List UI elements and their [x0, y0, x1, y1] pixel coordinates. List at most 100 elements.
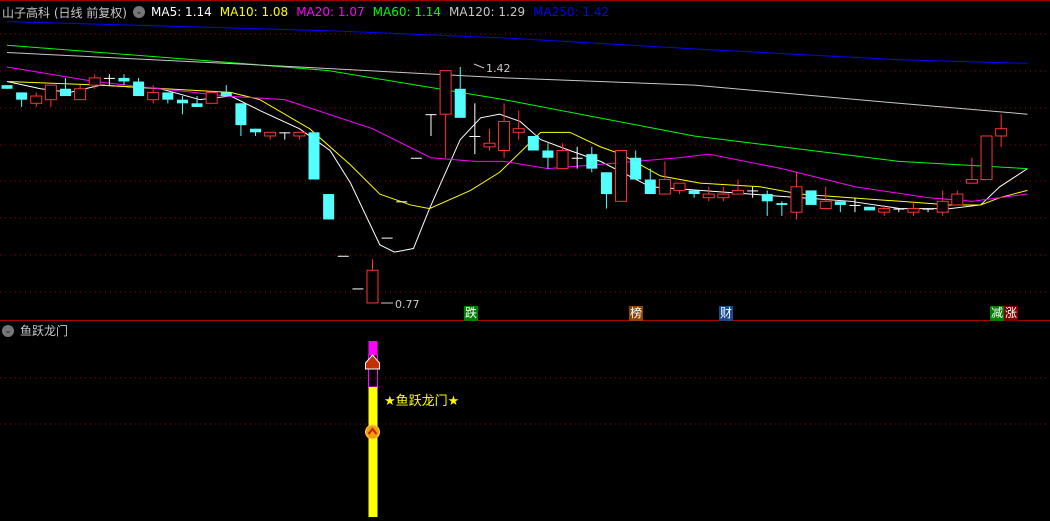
- candle[interactable]: [44, 84, 57, 107]
- candle[interactable]: [512, 110, 525, 140]
- candle-body: [776, 203, 788, 205]
- candle[interactable]: [308, 132, 320, 180]
- signal-bar: [368, 387, 378, 517]
- candle[interactable]: [352, 288, 364, 290]
- candle[interactable]: [30, 92, 43, 107]
- candle[interactable]: [922, 208, 934, 213]
- candle[interactable]: [586, 146, 598, 173]
- candle[interactable]: [980, 135, 993, 181]
- candle-body: [644, 179, 656, 195]
- candle[interactable]: [702, 186, 715, 202]
- candle[interactable]: [849, 197, 861, 213]
- candle[interactable]: [571, 146, 583, 169]
- candle-body: [16, 92, 28, 100]
- candle[interactable]: [834, 201, 846, 213]
- candle-body: [366, 269, 379, 304]
- candle-body: [673, 182, 686, 191]
- candle[interactable]: [761, 190, 773, 216]
- candle[interactable]: [498, 103, 511, 158]
- candle-body: [834, 201, 846, 205]
- candle[interactable]: [425, 114, 437, 136]
- stock-title: 山子高科 (日线 前复权): [2, 5, 127, 20]
- candle-body: [293, 131, 306, 137]
- candle[interactable]: [819, 186, 832, 210]
- candle[interactable]: [293, 131, 306, 140]
- candle[interactable]: [630, 150, 642, 180]
- candle-body: [688, 190, 700, 195]
- candle[interactable]: [250, 128, 262, 136]
- candle-body: [30, 95, 43, 104]
- candle-body: [133, 81, 145, 97]
- candle-body: [176, 99, 188, 104]
- candle[interactable]: [995, 114, 1008, 147]
- candle-body: [74, 88, 87, 101]
- candle[interactable]: [1, 85, 13, 89]
- candle[interactable]: [951, 190, 964, 206]
- candle-body: [658, 179, 671, 195]
- signal-badge-zhang[interactable]: 涨: [1004, 306, 1018, 321]
- candle-body: [864, 206, 876, 211]
- candle-body: [205, 91, 218, 104]
- candle[interactable]: [279, 132, 291, 140]
- candle[interactable]: [337, 255, 349, 257]
- candle[interactable]: [600, 172, 612, 209]
- candle-body: [469, 135, 481, 137]
- candle[interactable]: [16, 92, 28, 107]
- candle[interactable]: [162, 92, 174, 104]
- candle[interactable]: [776, 201, 788, 216]
- candle-body: [396, 201, 408, 203]
- candle[interactable]: [864, 206, 876, 211]
- candle-body: [849, 204, 861, 206]
- candle[interactable]: [323, 194, 335, 220]
- candle[interactable]: [74, 85, 87, 101]
- candle[interactable]: [439, 70, 452, 158]
- candle[interactable]: [118, 74, 130, 86]
- candle[interactable]: [410, 157, 422, 159]
- candle-body: [761, 194, 773, 202]
- candle[interactable]: [483, 128, 496, 151]
- candle[interactable]: [907, 201, 920, 216]
- candle[interactable]: [936, 190, 949, 216]
- candle[interactable]: [454, 67, 466, 118]
- candle[interactable]: [220, 85, 232, 97]
- candle[interactable]: [366, 259, 379, 304]
- candle-body: [118, 77, 130, 82]
- signal-badge-jian[interactable]: 减: [990, 306, 1004, 321]
- signal-badge-bang[interactable]: 榜: [629, 306, 643, 321]
- candle[interactable]: [88, 74, 101, 89]
- candle[interactable]: [615, 149, 628, 202]
- candle[interactable]: [790, 172, 803, 220]
- candle[interactable]: [264, 131, 277, 140]
- candle[interactable]: [527, 135, 539, 151]
- ma10-label: MA10: 1.08: [219, 5, 289, 19]
- candle-body: [220, 92, 232, 97]
- candle[interactable]: [235, 103, 247, 136]
- candle[interactable]: [732, 179, 744, 195]
- candle-body: [425, 114, 437, 116]
- candle-body: [965, 179, 978, 184]
- candle-body: [147, 91, 160, 101]
- candle[interactable]: [893, 208, 905, 213]
- signal-badge-die[interactable]: 跌: [464, 306, 478, 321]
- ma250-label: MA250: 1.42: [533, 5, 610, 19]
- candle[interactable]: [556, 143, 569, 170]
- candle[interactable]: [133, 77, 145, 97]
- candle[interactable]: [542, 143, 554, 169]
- chevron-down-icon[interactable]: ⌄: [133, 6, 145, 18]
- candle-body: [264, 131, 277, 137]
- candle[interactable]: [805, 190, 817, 205]
- candle-body: [922, 208, 934, 210]
- candle[interactable]: [965, 157, 978, 184]
- candle[interactable]: [673, 182, 686, 195]
- candle[interactable]: [59, 77, 71, 97]
- chevron-down-icon[interactable]: ⌄: [2, 324, 14, 337]
- candle[interactable]: [396, 201, 408, 203]
- candle[interactable]: [747, 186, 759, 198]
- candle[interactable]: [688, 190, 700, 198]
- candle[interactable]: [176, 96, 188, 115]
- signal-badge-cai[interactable]: 财: [719, 306, 733, 321]
- candle[interactable]: [205, 91, 218, 104]
- candle[interactable]: [717, 186, 730, 202]
- candle[interactable]: [381, 237, 393, 239]
- candlestick-chart[interactable]: [0, 0, 1050, 521]
